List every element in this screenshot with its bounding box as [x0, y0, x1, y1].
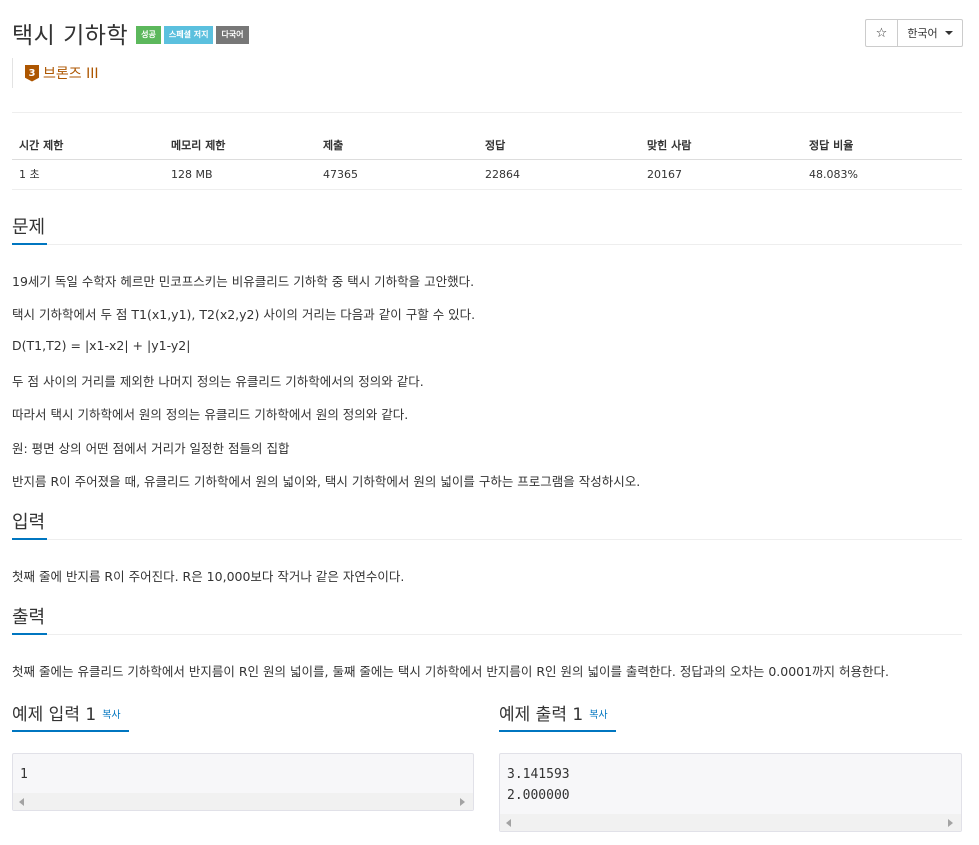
language-dropdown[interactable]: 한국어 — [898, 20, 962, 46]
header-time-limit: 시간 제한 — [12, 132, 164, 160]
scroll-left-icon[interactable] — [19, 798, 24, 806]
header-accepted: 정답 — [478, 132, 640, 160]
section-output-title: 출력 — [12, 605, 48, 635]
sample-output-content[interactable]: 3.141593 2.000000 — [500, 754, 961, 806]
section-input-header: 입력 — [12, 510, 962, 540]
copy-sample-output-button[interactable]: 복사 — [589, 710, 607, 721]
sample-input-label: 예제 입력 1 — [12, 705, 97, 725]
language-label: 한국어 — [907, 27, 938, 40]
caret-down-icon — [944, 31, 953, 35]
action-buttons: ☆ 한국어 — [865, 19, 963, 47]
divider — [12, 112, 962, 113]
sample-output-title: 예제 출력 1 복사 — [499, 702, 616, 732]
problem-info-table: 시간 제한 메모리 제한 제출 정답 맞힌 사람 정답 비율 1 초 128 M… — [12, 132, 962, 190]
value-accept-ratio: 48.083% — [802, 159, 962, 190]
problem-paragraph: 택시 기하학에서 두 점 T1(x1,y1), T2(x2,y2) 사이의 거리… — [12, 307, 476, 322]
sample-output-header: 예제 출력 1 복사 — [499, 702, 616, 732]
value-accepted[interactable]: 22864 — [478, 159, 640, 190]
horizontal-scrollbar[interactable] — [500, 814, 961, 831]
sample-input-box[interactable]: 1 — [12, 753, 474, 811]
problem-paragraph: 따라서 택시 기하학에서 원의 정의는 유클리드 기하학에서 원의 정의와 같다… — [12, 407, 409, 422]
value-memory-limit: 128 MB — [164, 159, 316, 190]
sample-input-title: 예제 입력 1 복사 — [12, 702, 129, 732]
problem-paragraph: 두 점 사이의 거리를 제외한 나머지 정의는 유클리드 기하학에서의 정의와 … — [12, 374, 424, 389]
header-submissions: 제출 — [316, 132, 478, 160]
section-output-header: 출력 — [12, 605, 962, 635]
copy-sample-input-button[interactable]: 복사 — [102, 710, 120, 721]
sample-output-box[interactable]: 3.141593 2.000000 — [499, 753, 962, 832]
scroll-left-icon[interactable] — [506, 819, 511, 827]
star-icon: ☆ — [875, 25, 888, 41]
header-memory-limit: 메모리 제한 — [164, 132, 316, 160]
section-input-title: 입력 — [12, 510, 48, 540]
value-solved-users[interactable]: 20167 — [640, 159, 802, 190]
tier-name[interactable]: 브론즈 III — [43, 63, 98, 83]
problem-formula: D(T1,T2) = |x1-x2| + |y1-y2| — [12, 338, 191, 353]
sample-input-content[interactable]: 1 — [13, 754, 473, 785]
problem-paragraph: 19세기 독일 수학자 헤르만 민코프스키는 비유클리드 기하학 중 택시 기하… — [12, 274, 475, 289]
tier-level: 3 — [28, 67, 36, 79]
table-row: 1 초 128 MB 47365 22864 20167 48.083% — [12, 159, 962, 190]
scroll-right-icon[interactable] — [460, 798, 465, 806]
output-description: 첫째 줄에는 유클리드 기하학에서 반지름이 R인 원의 넓이를, 둘째 줄에는… — [12, 664, 889, 679]
header-accept-ratio: 정답 비율 — [802, 132, 962, 160]
tier-row: 3 브론즈 III — [12, 58, 98, 88]
input-description: 첫째 줄에 반지름 R이 주어진다. R은 10,000보다 작거나 같은 자연… — [12, 569, 405, 584]
scroll-right-icon[interactable] — [948, 819, 953, 827]
tier-bronze-icon[interactable]: 3 — [25, 64, 39, 82]
section-problem-header: 문제 — [12, 215, 962, 245]
title-row: 택시 기하학 성공 스페셜 저지 다국어 — [12, 16, 252, 50]
sample-input-header: 예제 입력 1 복사 — [12, 702, 129, 732]
problem-paragraph: 반지름 R이 주어졌을 때, 유클리드 기하학에서 원의 넓이와, 택시 기하학… — [12, 474, 641, 489]
value-time-limit: 1 초 — [12, 159, 164, 190]
star-button[interactable]: ☆ — [866, 20, 898, 46]
problem-paragraph: 원: 평면 상의 어떤 점에서 거리가 일정한 점들의 집합 — [12, 441, 290, 456]
sample-output-label: 예제 출력 1 — [499, 705, 584, 725]
badge-special-judge[interactable]: 스페셜 저지 — [163, 26, 214, 44]
badge-success[interactable]: 성공 — [136, 26, 161, 44]
header-solved-users: 맞힌 사람 — [640, 132, 802, 160]
value-submissions[interactable]: 47365 — [316, 159, 478, 190]
problem-title: 택시 기하학 — [12, 23, 129, 49]
badge-group: 성공 스페셜 저지 다국어 — [136, 26, 251, 44]
horizontal-scrollbar[interactable] — [13, 793, 473, 810]
badge-multilingual[interactable]: 다국어 — [216, 26, 249, 44]
section-problem-title: 문제 — [12, 215, 48, 245]
